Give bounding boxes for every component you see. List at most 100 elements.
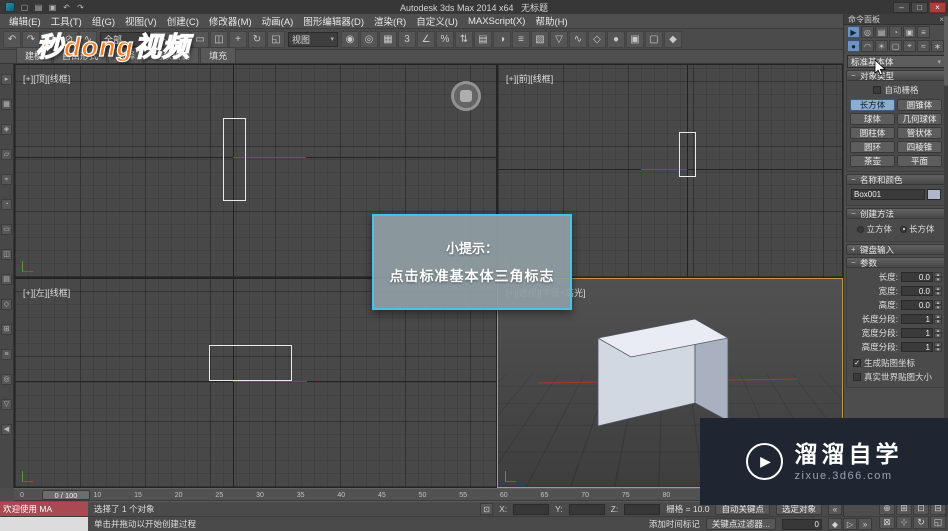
menu-item[interactable]: 修改器(M) — [204, 14, 257, 28]
spinner-snap-icon[interactable]: ⇅ — [455, 30, 473, 48]
parameter-input[interactable]: 0.0 — [901, 300, 933, 310]
cameras-category-icon[interactable]: ▢ — [889, 40, 902, 52]
left-toolbar-icon[interactable]: ◇ — [1, 299, 12, 310]
select-and-move-icon[interactable]: + — [229, 30, 247, 48]
creation-method-radio[interactable]: 长方体 — [900, 223, 935, 235]
name-color-rollout-header[interactable]: − 名称和颜色 — [846, 174, 946, 185]
save-file-icon[interactable]: ▣ — [46, 2, 59, 13]
left-toolbar-icon[interactable]: ▦ — [1, 99, 12, 110]
select-and-rotate-icon[interactable]: ↻ — [248, 30, 266, 48]
menu-item[interactable]: 动画(A) — [257, 14, 299, 28]
use-center-flyout-icon[interactable]: ◉ — [341, 30, 359, 48]
snaps-toggle-icon[interactable]: 3 — [398, 30, 416, 48]
object-type-rollout-header[interactable]: − 对象类型 — [846, 70, 946, 81]
window-crossing-toggle-icon[interactable]: ◫ — [210, 30, 228, 48]
object-type-button[interactable]: 几何球体 — [897, 113, 942, 125]
lock-selection-icon[interactable]: ⊡ — [480, 503, 494, 515]
creation-method-radio[interactable]: 立方体 — [857, 223, 892, 235]
spinner[interactable]: ▴ ▾ — [934, 300, 942, 310]
left-toolbar-icon[interactable]: ◫ — [1, 249, 12, 260]
hierarchy-tab-icon[interactable]: ▤ — [875, 26, 888, 38]
keyboard-entry-rollout-header[interactable]: + 键盘输入 — [846, 244, 946, 255]
object-type-button[interactable]: 圆锥体 — [897, 99, 942, 111]
angle-snap-icon[interactable]: ∠ — [417, 30, 435, 48]
object-color-swatch[interactable] — [927, 189, 941, 200]
space-warps-category-icon[interactable]: ≈ — [917, 40, 930, 52]
x-coordinate-field[interactable] — [513, 503, 550, 515]
primitive-type-dropdown[interactable]: 标准基本体 ▾ — [847, 55, 945, 68]
close-button[interactable]: × — [929, 1, 946, 13]
systems-category-icon[interactable]: ∗ — [931, 40, 944, 52]
viewcube-widget[interactable] — [451, 81, 481, 111]
geometry-category-icon[interactable]: ● — [847, 40, 860, 52]
parameter-input[interactable]: 0.0 — [901, 272, 933, 282]
parameter-input[interactable]: 1 — [901, 314, 933, 324]
object-name-field[interactable]: Box001 — [851, 189, 925, 200]
left-toolbar-icon[interactable]: ▸ — [1, 74, 12, 85]
menu-item[interactable]: 自定义(U) — [411, 14, 463, 28]
rendered-frame-window-icon[interactable]: ▢ — [645, 30, 663, 48]
percent-snap-icon[interactable]: % — [436, 30, 454, 48]
left-toolbar-icon[interactable]: ≡ — [1, 349, 12, 360]
graphite-ribbon-toggle-icon[interactable]: ▽ — [550, 30, 568, 48]
undo-icon[interactable]: ↶ — [3, 30, 21, 48]
left-toolbar-icon[interactable]: ▤ — [1, 274, 12, 285]
left-toolbar-icon[interactable]: ⌖ — [1, 174, 12, 185]
pan-view-icon[interactable]: ⊹ — [896, 516, 912, 529]
reference-coordinate-dropdown[interactable]: 视图 ▾ — [288, 31, 338, 47]
shapes-category-icon[interactable]: ◠ — [861, 40, 874, 52]
left-toolbar-icon[interactable]: ▱ — [1, 149, 12, 160]
edit-named-selection-icon[interactable]: ▤ — [474, 30, 492, 48]
modify-tab-icon[interactable]: ◎ — [861, 26, 874, 38]
render-production-icon[interactable]: ◆ — [664, 30, 682, 48]
z-coordinate-field[interactable] — [624, 503, 661, 515]
motion-tab-icon[interactable]: ◔ — [889, 26, 902, 38]
schematic-view-icon[interactable]: ◇ — [588, 30, 606, 48]
parameters-rollout-header[interactable]: − 参数 — [846, 257, 946, 268]
render-setup-icon[interactable]: ▣ — [626, 30, 644, 48]
new-scene-icon[interactable]: ▢ — [18, 2, 31, 13]
select-and-manipulate-icon[interactable]: ◎ — [360, 30, 378, 48]
left-toolbar-icon[interactable]: ◀ — [1, 424, 12, 435]
object-type-button[interactable]: 管状体 — [897, 127, 942, 139]
checkbox-row[interactable]: ✓ 生成贴图坐标 — [847, 356, 945, 370]
autogrid-row[interactable]: 自动栅格 — [847, 83, 945, 98]
left-toolbar-icon[interactable]: ▭ — [1, 224, 12, 235]
box-wireframe-top[interactable] — [223, 118, 246, 201]
key-filters-button[interactable]: 关键点过滤器... — [705, 518, 776, 530]
layer-manager-icon[interactable]: ▧ — [531, 30, 549, 48]
left-toolbar-icon[interactable]: ◈ — [1, 124, 12, 135]
object-type-button[interactable]: 圆环 — [850, 141, 895, 153]
object-type-button[interactable]: 四棱锥 — [897, 141, 942, 153]
left-toolbar-icon[interactable]: ◔ — [1, 199, 12, 210]
material-editor-icon[interactable]: ● — [607, 30, 625, 48]
maximize-button[interactable]: □ — [911, 1, 928, 13]
display-tab-icon[interactable]: ▣ — [903, 26, 916, 38]
viewport-front-label[interactable]: [+][前][线框] — [506, 72, 553, 85]
spinner[interactable]: ▴ ▾ — [934, 342, 942, 352]
spinner[interactable]: ▴ ▾ — [934, 272, 942, 282]
viewport-top-label[interactable]: [+][顶][线框] — [23, 72, 70, 85]
ribbon-tab[interactable]: 填充 — [200, 47, 237, 63]
orbit-icon[interactable]: ↻ — [913, 516, 929, 529]
box-wireframe-left[interactable] — [209, 345, 292, 381]
helpers-category-icon[interactable]: ⌖ — [903, 40, 916, 52]
next-frame-icon[interactable]: ▷ — [843, 518, 857, 530]
mirror-icon[interactable]: ◑ — [493, 30, 511, 48]
align-icon[interactable]: ≡ — [512, 30, 530, 48]
left-toolbar-icon[interactable]: ⊞ — [1, 324, 12, 335]
command-panel-header[interactable]: 命令面板 × — [844, 14, 948, 25]
create-tab-icon[interactable]: ▶ — [847, 26, 860, 38]
object-type-button[interactable]: 球体 — [850, 113, 895, 125]
menu-item[interactable]: 帮助(H) — [530, 14, 572, 28]
spinner[interactable]: ▴ ▾ — [934, 286, 942, 296]
parameter-input[interactable]: 1 — [901, 328, 933, 338]
select-and-scale-icon[interactable]: ◱ — [267, 30, 285, 48]
keyboard-override-toggle-icon[interactable]: ▦ — [379, 30, 397, 48]
y-coordinate-field[interactable] — [568, 503, 605, 515]
viewport-left-label[interactable]: [+][左][线框] — [23, 286, 70, 299]
spinner[interactable]: ▴ ▾ — [934, 328, 942, 338]
time-tag-text[interactable]: 添加时间标记 — [649, 518, 700, 530]
go-to-end-icon[interactable]: » — [858, 518, 872, 530]
maxscript-mini-listener[interactable]: 欢迎使用 MA — [0, 502, 88, 516]
